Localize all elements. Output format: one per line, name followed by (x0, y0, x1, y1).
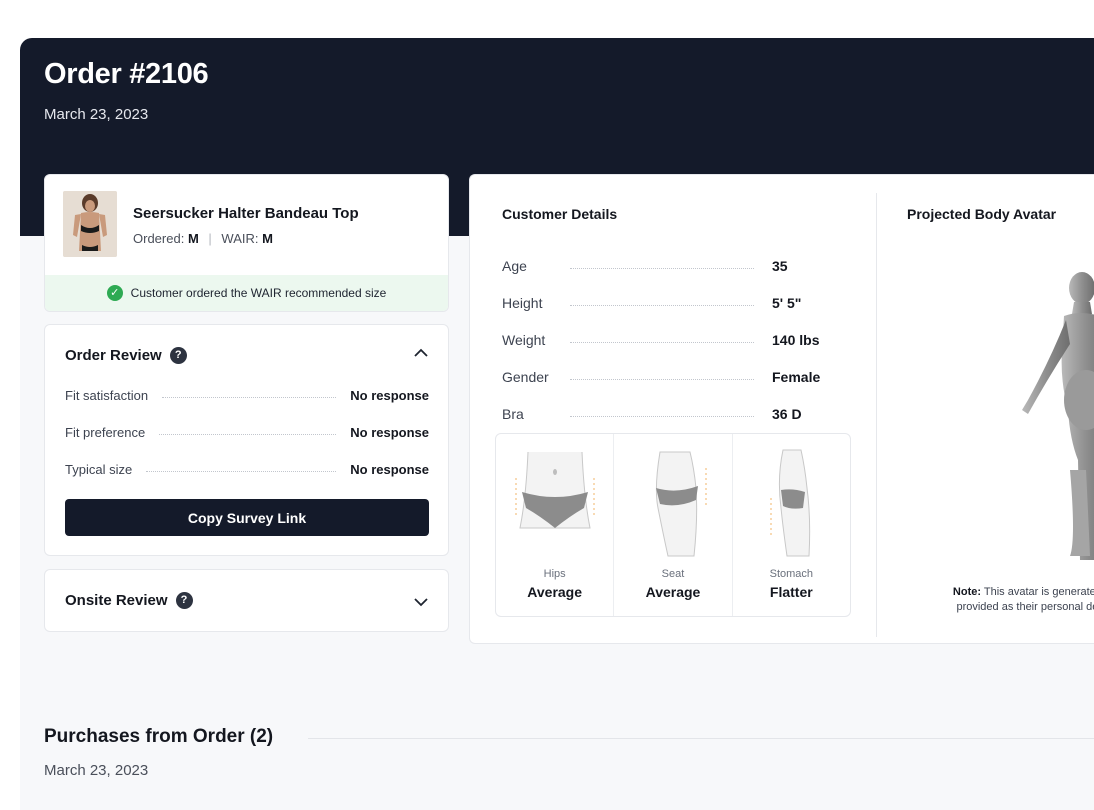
dotted-leader (570, 304, 754, 306)
detail-value: Female (772, 369, 821, 385)
detail-label: Height (502, 295, 543, 311)
chevron-up-icon[interactable] (414, 345, 428, 361)
dotted-leader (162, 397, 337, 398)
shape-value: Flatter (769, 584, 813, 600)
review-row-value: No response (350, 425, 429, 440)
review-row-typical-size: Typical size No response (65, 462, 429, 477)
dotted-leader (146, 471, 337, 472)
shape-category: Stomach (769, 568, 814, 580)
order-page: Order #2106 March 23, 2023 Seersucker Ha… (20, 38, 1094, 810)
avatar-note-line2: provided as their personal deta (956, 601, 1094, 613)
body-avatar-figure (1022, 272, 1094, 560)
chevron-down-icon[interactable] (414, 594, 428, 610)
check-circle-icon: ✓ (106, 285, 123, 301)
purchases-divider (308, 738, 1094, 739)
shape-category: Seat (661, 568, 685, 580)
detail-row-age: Age 35 (502, 258, 832, 274)
review-row-label: Typical size (65, 462, 133, 477)
detail-value: 35 (772, 258, 788, 274)
body-shape-panel: Hips Average Seat Average Stomach Flatte… (495, 433, 851, 617)
purchases-date: March 23, 2023 (44, 762, 149, 779)
review-row-fit-satisfaction: Fit satisfaction No response (65, 388, 429, 403)
customer-details-title: Customer Details (502, 206, 618, 222)
review-row-fit-preference: Fit preference No response (65, 425, 429, 440)
wair-label: WAIR: (221, 231, 259, 246)
customer-details-card: Customer Details Age 35 Height 5' 5" Wei… (469, 174, 1094, 644)
detail-label: Bra (502, 406, 524, 422)
dotted-leader (570, 267, 754, 269)
order-review-card: Order Review ? Fit satisfaction No respo… (44, 324, 449, 556)
product-name: Seersucker Halter Bandeau Top (133, 205, 359, 222)
stomach-illustration (770, 449, 810, 557)
detail-value: 5' 5" (772, 295, 802, 311)
detail-row-bra: Bra 36 D (502, 406, 832, 422)
onsite-review-label: Onsite Review (65, 592, 168, 609)
wair-size: M (262, 231, 273, 246)
avatar-note-label: Note: (952, 586, 982, 598)
shape-hips: Hips Average (496, 434, 615, 616)
detail-row-weight: Weight 140 lbs (502, 332, 832, 348)
dotted-leader (570, 415, 754, 417)
onsite-review-card[interactable]: Onsite Review ? (44, 569, 449, 632)
seat-illustration (656, 451, 707, 557)
detail-label: Weight (502, 332, 546, 348)
detail-row-height: Height 5' 5" (502, 295, 832, 311)
detail-value: 140 lbs (772, 332, 820, 348)
shape-value: Average (645, 584, 701, 600)
help-circle-icon[interactable]: ? (169, 347, 187, 364)
product-sizes: Ordered: M | WAIR: M (133, 231, 273, 246)
onsite-review-title: Onsite Review ? (65, 592, 193, 609)
product-card: Seersucker Halter Bandeau Top Ordered: M… (44, 174, 449, 312)
shape-stomach: Stomach Flatter (733, 434, 850, 616)
review-row-label: Fit satisfaction (65, 388, 149, 403)
shape-seat: Seat Average (614, 434, 733, 616)
product-image (63, 191, 117, 257)
order-review-title: Order Review ? (65, 347, 187, 364)
shape-value: Average (527, 584, 583, 600)
size-separator: | (208, 231, 212, 246)
review-row-label: Fit preference (65, 425, 146, 440)
recommendation-banner: ✓ Customer ordered the WAIR recommended … (45, 275, 448, 311)
page-title: Order #2106 (44, 58, 209, 90)
review-row-value: No response (350, 388, 429, 403)
dotted-leader (570, 378, 754, 380)
ordered-size: M (187, 231, 199, 246)
detail-value: 36 D (772, 406, 802, 422)
ordered-label: Ordered: (133, 231, 185, 246)
detail-label: Gender (502, 369, 549, 385)
order-review-label: Order Review (65, 347, 162, 364)
purchases-title: Purchases from Order (2) (44, 726, 274, 747)
copy-survey-link-button[interactable]: Copy Survey Link (65, 499, 429, 536)
avatar-note: Note: This avatar is generated b provide… (912, 585, 1094, 615)
banner-text: Customer ordered the WAIR recommended si… (130, 286, 387, 300)
review-row-value: No response (350, 462, 429, 477)
shape-category: Hips (543, 568, 566, 580)
detail-row-gender: Gender Female (502, 369, 832, 385)
detail-label: Age (502, 258, 527, 274)
hips-illustration (515, 451, 595, 529)
section-divider (876, 193, 877, 637)
order-date: March 23, 2023 (44, 106, 149, 123)
avatar-note-line1: This avatar is generated b (983, 586, 1094, 598)
dotted-leader (570, 341, 754, 343)
avatar-title: Projected Body Avatar (907, 206, 1057, 222)
help-circle-icon[interactable]: ? (175, 592, 193, 609)
dotted-leader (159, 434, 337, 435)
